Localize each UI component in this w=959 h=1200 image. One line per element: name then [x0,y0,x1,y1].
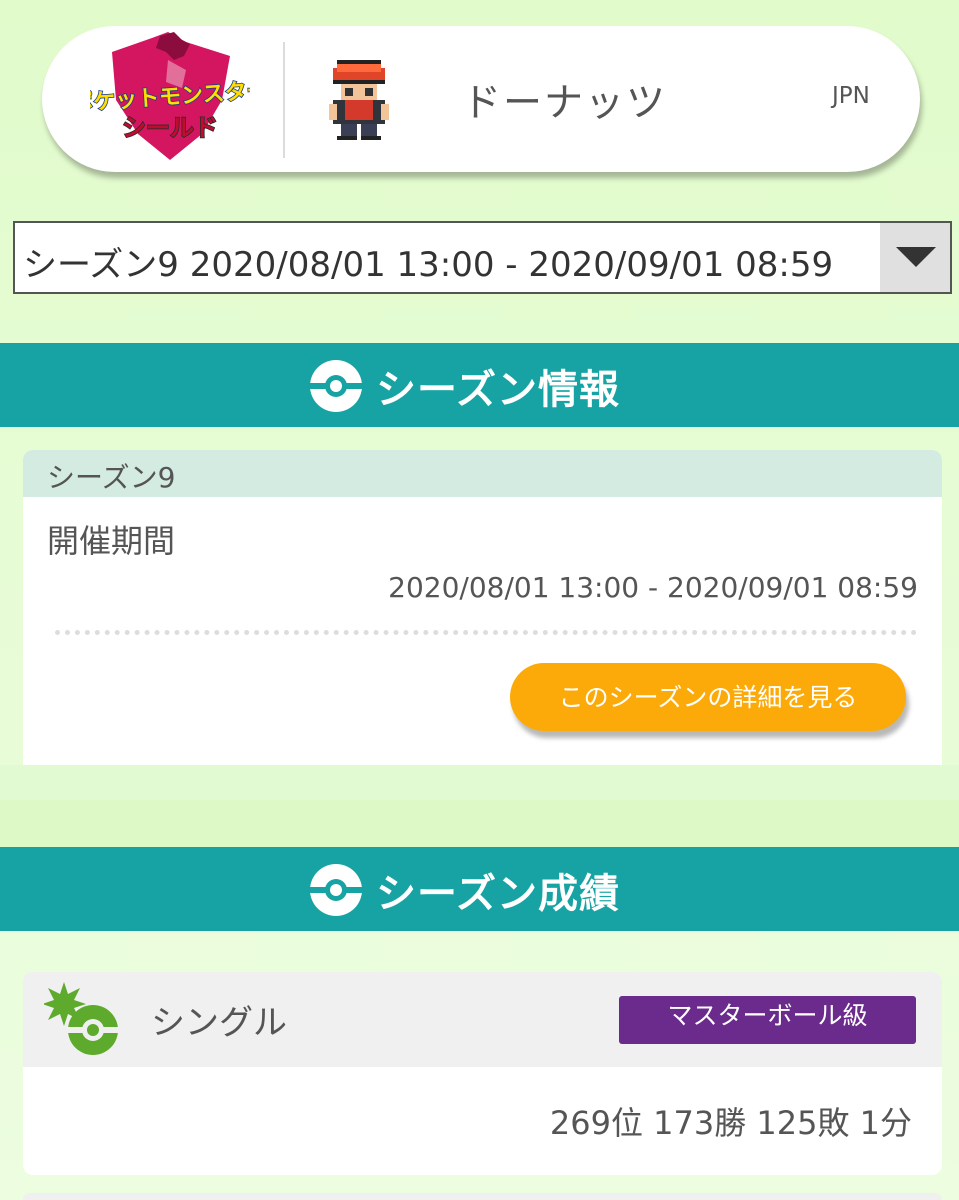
result-summary: 269位 173勝 125敗 1分 [549,1104,912,1142]
season-select-toggle[interactable] [880,223,950,292]
rank-class-badge: マスターボール級 [619,996,916,1044]
trainer-name: ドーナッツ [462,81,668,126]
season-info-card: シーズン9 開催期間 2020/08/01 13:00 - 2020/09/01… [23,450,942,765]
period-label: 開催期間 [47,522,176,560]
pokeball-icon [309,864,363,916]
season-select-value: シーズン9 2020/08/01 13:00 - 2020/09/01 08:5… [23,245,834,285]
next-card-edge [23,1193,942,1200]
season-select[interactable]: シーズン9 2020/08/01 13:00 - 2020/09/01 08:5… [13,221,952,294]
season-results-header: シーズン成績 [0,847,959,931]
single-battle-icon [44,982,118,1055]
season-card-header: シーズン9 [23,450,942,497]
season-card-title: シーズン9 [47,461,176,494]
season-results-title: シーズン成績 [376,871,620,917]
season-info-title: シーズン情報 [376,367,620,413]
pokeball-icon [309,360,363,412]
spacer [0,800,959,847]
season-info-header: シーズン情報 [0,343,959,427]
page: ポケットモンスター シールド ドーナッツ JPN シーズン9 2020/08/0… [0,0,959,1200]
battle-type-label: シングル [151,1003,287,1043]
card-divider [283,42,285,158]
region-label: JPN [832,83,870,109]
trainer-avatar [329,60,389,140]
pokemon-shield-logo: ポケットモンスター シールド [90,32,250,160]
single-battle-card: シングル マスターボール級 269位 173勝 125敗 1分 [23,972,942,1175]
dotted-divider [55,630,917,635]
svg-text:シールド: シールド [122,114,218,142]
period-value: 2020/08/01 13:00 - 2020/09/01 08:59 [388,571,918,604]
battle-card-header: シングル マスターボール級 [23,972,942,1067]
season-detail-button[interactable]: このシーズンの詳細を見る [510,663,906,731]
chevron-down-icon [896,247,936,267]
spacer [0,765,959,800]
